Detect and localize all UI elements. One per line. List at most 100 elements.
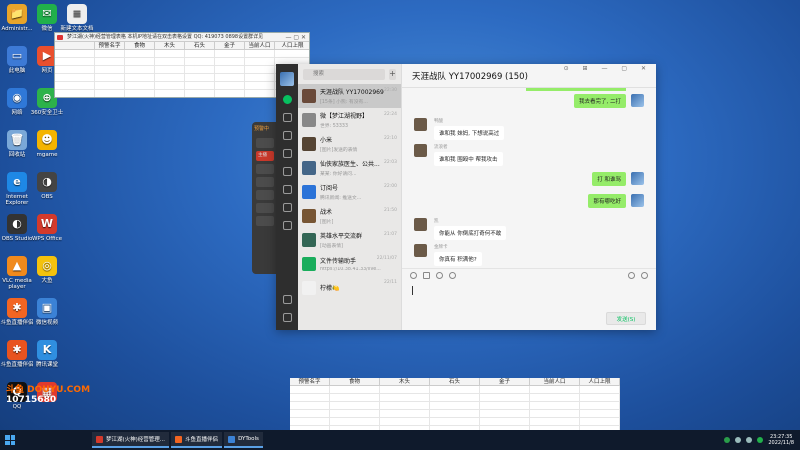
conversation-item[interactable]: 微【梦江湖视野】 世界: 53333 22:24 xyxy=(298,108,401,132)
table-cell[interactable] xyxy=(275,50,309,58)
column-header[interactable]: 石头 xyxy=(430,378,480,386)
column-header[interactable]: 当前人口 xyxy=(245,42,275,50)
table-cell[interactable] xyxy=(480,394,530,402)
table-cell[interactable] xyxy=(55,90,95,97)
table-cell[interactable] xyxy=(95,66,125,74)
table-cell[interactable] xyxy=(245,74,275,82)
table-cell[interactable] xyxy=(290,386,330,394)
message-area[interactable]: 我去看完了, 二打 鸭酸 谁和我 妹妈, 下想说高过 流浪者 谁和我 围殴中 帮我攻击打… xyxy=(402,88,656,268)
wechat-tray-icon[interactable] xyxy=(757,437,764,443)
column-header[interactable]: 木头 xyxy=(380,378,430,386)
table-cell[interactable] xyxy=(245,66,275,74)
table-cell[interactable] xyxy=(155,50,185,58)
table-cell[interactable] xyxy=(290,418,330,426)
table-cell[interactable] xyxy=(185,90,215,97)
folder-icon[interactable] xyxy=(282,149,292,158)
network-icon[interactable] xyxy=(735,437,742,443)
voice-call-icon[interactable] xyxy=(628,272,635,279)
taskbar-item[interactable]: 斗鱼直播伴侣 xyxy=(171,432,223,448)
video-call-icon[interactable] xyxy=(641,272,648,279)
message-avatar[interactable] xyxy=(414,118,427,131)
alert-panel-button[interactable] xyxy=(256,138,274,148)
table-cell[interactable] xyxy=(430,402,480,410)
table-cell[interactable] xyxy=(430,386,480,394)
screenshot-icon[interactable] xyxy=(436,272,443,279)
table-cell[interactable] xyxy=(125,66,155,74)
message-avatar[interactable] xyxy=(414,144,427,157)
taskbar-item[interactable]: DYTools xyxy=(224,432,263,448)
column-header[interactable]: 人口上限 xyxy=(275,42,309,50)
desktop-icon[interactable]: W WPS Office xyxy=(30,214,64,242)
message-avatar[interactable] xyxy=(631,172,644,185)
chat-history-icon[interactable] xyxy=(449,272,456,279)
table-cell[interactable] xyxy=(330,394,380,402)
table-cell[interactable] xyxy=(290,402,330,410)
column-header[interactable]: 木头 xyxy=(155,42,185,50)
table-cell[interactable] xyxy=(530,402,580,410)
desktop-icon[interactable]: ◑ OBS xyxy=(30,172,64,200)
table-cell[interactable] xyxy=(245,50,275,58)
favorites-icon[interactable] xyxy=(282,131,292,140)
column-header[interactable]: 石头 xyxy=(185,42,215,50)
desktop-icon[interactable]: ▣ 微信视频 xyxy=(30,298,64,326)
desktop-icon[interactable]: e Internet Explorer xyxy=(0,172,34,206)
table-cell[interactable] xyxy=(125,82,155,90)
alert-panel-button[interactable] xyxy=(256,164,274,174)
table-cell[interactable] xyxy=(245,58,275,66)
desktop-icon[interactable]: ✱ 斗鱼直播伴侣 xyxy=(0,298,34,326)
spreadsheet-window-top[interactable]: 梦江湖(火神)经营管理表格 本机IP地址请在双击表格设置 QQ: 419073 … xyxy=(54,32,310,98)
table-cell[interactable] xyxy=(155,90,185,97)
spreadsheet-grid[interactable]: 预警名字 食物 木头 石头 金子 当前人口 人口上限 xyxy=(55,42,309,97)
search-input[interactable] xyxy=(303,68,385,80)
table-cell[interactable] xyxy=(530,410,580,418)
message[interactable]: 鸭酸 谁和我 妹妈, 下想说高过 xyxy=(414,118,505,140)
table-cell[interactable] xyxy=(55,82,95,90)
message-avatar[interactable] xyxy=(414,218,427,231)
window-controls[interactable]: ⊙ ⊞ — ▢ ✕ xyxy=(564,65,652,72)
desktop-icon[interactable]: ✉ 微信 xyxy=(30,4,64,32)
table-cell[interactable] xyxy=(480,410,530,418)
table-cell[interactable] xyxy=(330,386,380,394)
volume-icon[interactable] xyxy=(746,437,753,443)
table-cell[interactable] xyxy=(95,74,125,82)
column-header[interactable]: 食物 xyxy=(330,378,380,386)
table-cell[interactable] xyxy=(245,82,275,90)
send-button[interactable]: 发送(S) xyxy=(606,312,646,325)
alert-panel-button[interactable] xyxy=(256,203,274,213)
message-avatar[interactable] xyxy=(414,244,427,257)
message[interactable]: 打 和谁骂 xyxy=(592,172,644,186)
table-cell[interactable] xyxy=(185,82,215,90)
avatar[interactable] xyxy=(280,72,294,86)
table-cell[interactable] xyxy=(125,50,155,58)
spreadsheet-title-bar[interactable]: 梦江湖(火神)经营管理表格 本机IP地址请在双击表格设置 QQ: 419073 … xyxy=(55,33,309,42)
chat-window[interactable]: + 天涯战队 YY17002969[15条] 小熊: 有没有...22:30微【… xyxy=(276,64,656,330)
table-cell[interactable] xyxy=(185,74,215,82)
table-cell[interactable] xyxy=(215,82,245,90)
column-header[interactable]: 人口上限 xyxy=(580,378,620,386)
column-header[interactable]: 金子 xyxy=(480,378,530,386)
table-cell[interactable] xyxy=(430,394,480,402)
table-cell[interactable] xyxy=(480,418,530,426)
search-icon[interactable] xyxy=(282,203,292,212)
table-cell[interactable] xyxy=(215,58,245,66)
table-cell[interactable] xyxy=(215,90,245,97)
input-method-icon[interactable] xyxy=(724,437,731,443)
desktop-icon[interactable]: 🗑 回收站 xyxy=(0,130,34,158)
conversation-item[interactable]: 文件传输助手 https://10.38.41.33/live... 22/11/0… xyxy=(298,252,401,276)
table-cell[interactable] xyxy=(55,58,95,66)
table-cell[interactable] xyxy=(430,410,480,418)
table-cell[interactable] xyxy=(155,82,185,90)
message[interactable]: 金牌卡 你真有 积满他? xyxy=(414,244,482,266)
table-cell[interactable] xyxy=(95,50,125,58)
table-cell[interactable] xyxy=(330,418,380,426)
table-cell[interactable] xyxy=(530,418,580,426)
phone-icon[interactable] xyxy=(282,295,292,304)
table-cell[interactable] xyxy=(330,410,380,418)
table-cell[interactable] xyxy=(580,402,620,410)
table-cell[interactable] xyxy=(245,90,275,97)
alert-panel-button[interactable] xyxy=(256,177,274,187)
table-cell[interactable] xyxy=(530,394,580,402)
desktop-icon-text-document[interactable]: ≡ 新建文本文档 xyxy=(60,4,94,32)
clock[interactable]: 23:27:35 2022/11/8 xyxy=(768,434,794,446)
desktop-icon[interactable]: ☻ mgame xyxy=(30,130,64,158)
